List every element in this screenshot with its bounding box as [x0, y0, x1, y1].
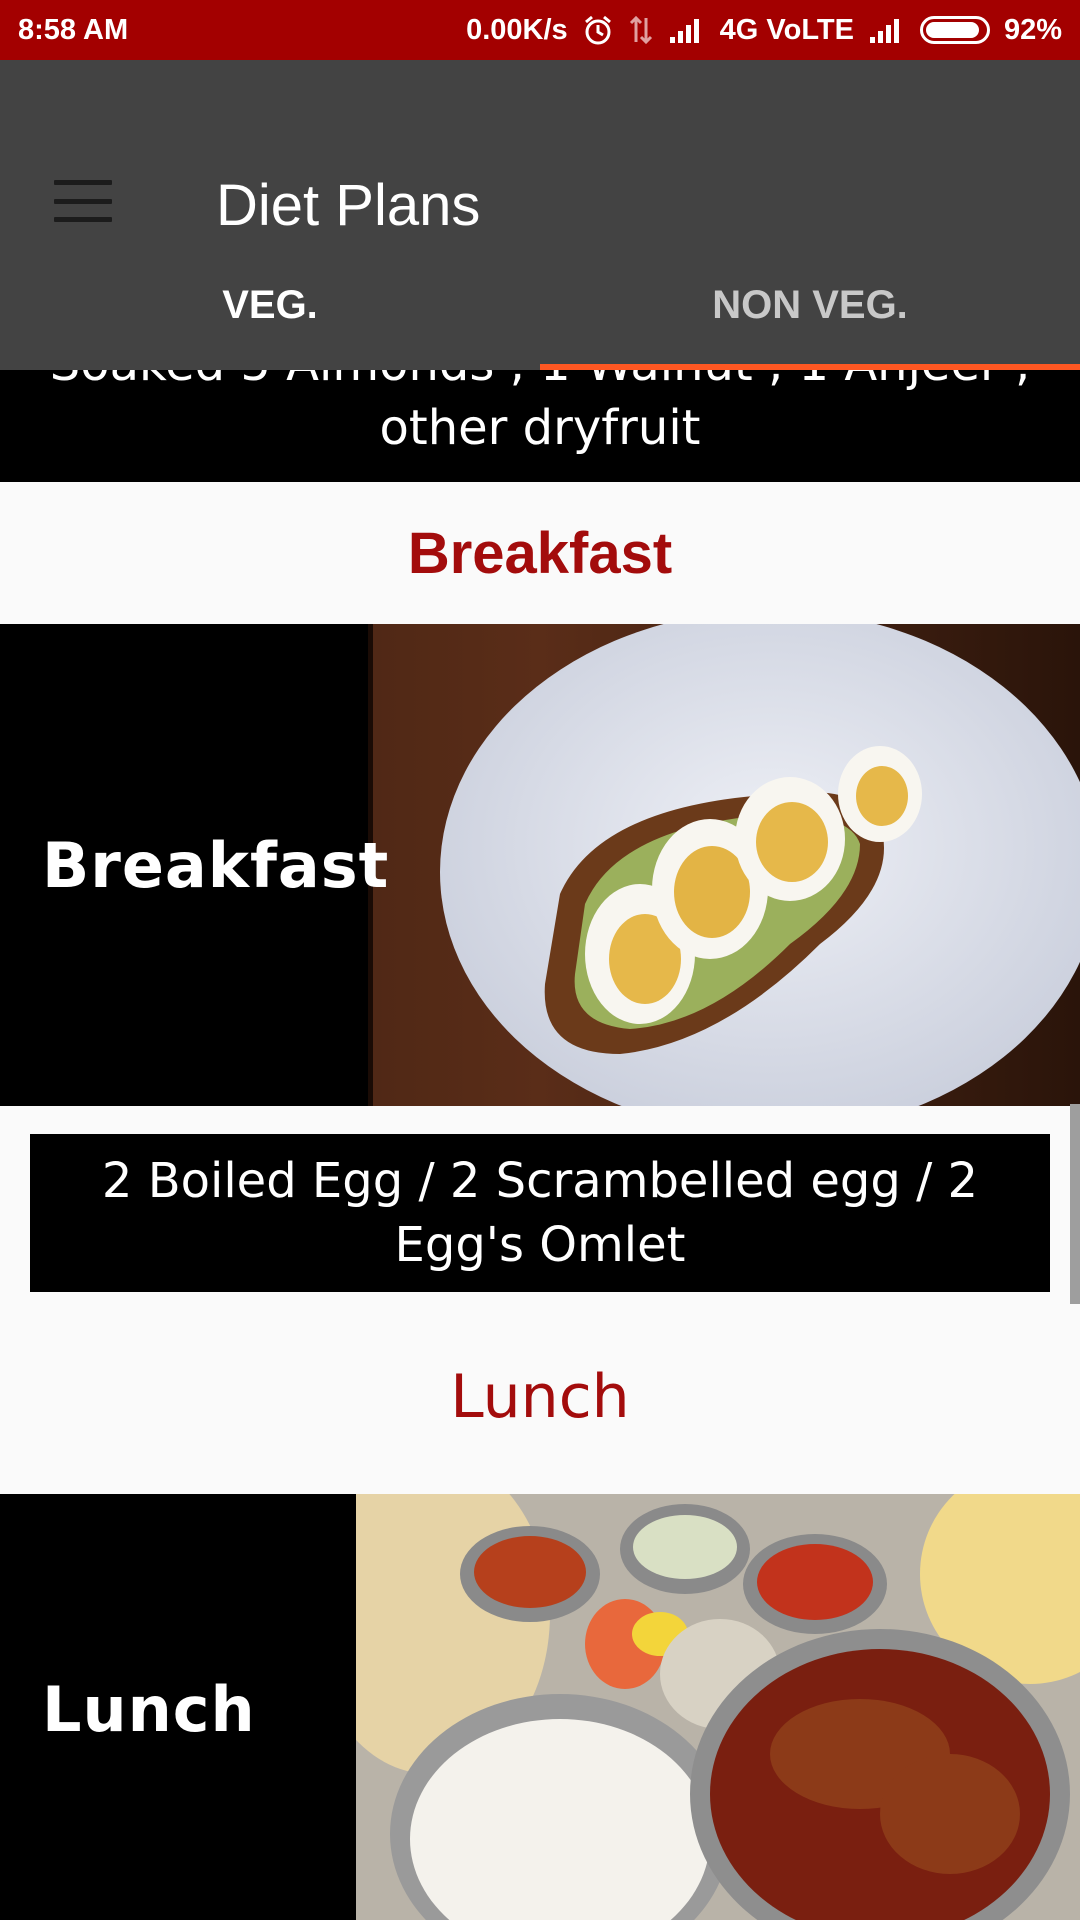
dryfruit-description: Soaked 5 Almonds , 1 Walnut , 1 Anjeer ,… [0, 370, 1080, 482]
breakfast-image-label: Breakfast [42, 828, 390, 902]
status-time: 8:58 AM [18, 13, 129, 46]
breakfast-title: Breakfast [407, 521, 673, 586]
signal-icon-2 [868, 15, 906, 45]
diet-plan-list[interactable]: Soaked 5 Almonds , 1 Walnut , 1 Anjeer ,… [0, 370, 1080, 1920]
tab-bar: VEG. NON VEG. [0, 240, 1080, 370]
signal-icon [668, 15, 706, 45]
lunch-title: Lunch [450, 1362, 630, 1432]
battery-icon [919, 16, 990, 44]
page-title: Diet Plans [216, 173, 481, 238]
scrollbar[interactable] [1070, 1104, 1080, 1304]
hamburger-menu-icon[interactable] [54, 180, 112, 222]
tab-non-veg[interactable]: NON VEG. [540, 240, 1080, 370]
tab-veg[interactable]: VEG. [0, 240, 540, 370]
battery-percent: 92% [1003, 13, 1062, 46]
status-icons: 0.00K/s 4G VoLTE 92% [466, 14, 1062, 47]
alarm-icon [582, 14, 614, 46]
data-arrows-icon [628, 14, 654, 46]
breakfast-image: Breakfast [0, 624, 1080, 1106]
lunch-image-label-panel: Lunch [0, 1494, 356, 1920]
network-type: 4G VoLTE [719, 13, 854, 46]
lunch-image-label: Lunch [42, 1672, 256, 1746]
breakfast-image-label-panel: Breakfast [0, 624, 388, 1106]
net-speed: 0.00K/s [466, 13, 568, 46]
battery-level [925, 22, 980, 38]
breakfast-description: 2 Boiled Egg / 2 Scrambelled egg / 2 Egg… [30, 1134, 1050, 1292]
lunch-image: Lunch [0, 1494, 1080, 1920]
status-bar: 8:58 AM 0.00K/s 4G VoLTE 92% [0, 0, 1080, 60]
